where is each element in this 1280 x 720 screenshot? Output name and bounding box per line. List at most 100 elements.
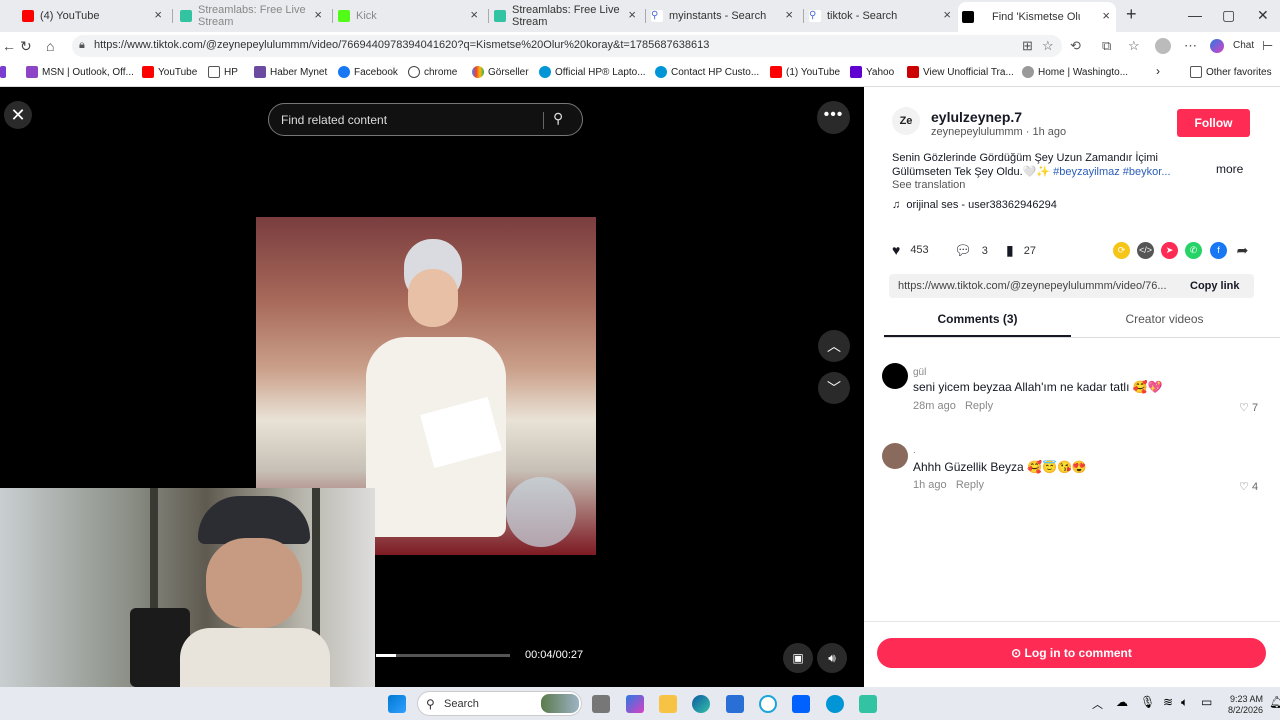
- share-arrow-icon[interactable]: ➦: [1234, 242, 1251, 259]
- home-icon[interactable]: ⌂: [46, 38, 54, 54]
- bookmark-chrome[interactable]: chrome: [408, 66, 457, 78]
- save-stat[interactable]: ▮ 27: [1006, 242, 1036, 259]
- refresh-icon[interactable]: ↻: [20, 38, 32, 55]
- edge-icon[interactable]: [692, 695, 710, 713]
- related-search-box[interactable]: Find related content ⚲: [268, 103, 583, 136]
- comment-username[interactable]: gül: [913, 367, 926, 378]
- bookmark-facebook[interactable]: Facebook: [338, 66, 398, 78]
- tab-streamlabs-2[interactable]: Streamlabs: Free Live Stream ×: [490, 4, 642, 28]
- bookmark-msn[interactable]: MSN | Outlook, Off...: [26, 66, 134, 78]
- whatsapp-icon[interactable]: ✆: [1185, 242, 1202, 259]
- bookmark-gorseller[interactable]: Görseller: [472, 66, 529, 78]
- bookmark-apps[interactable]: [0, 66, 10, 78]
- volume-icon[interactable]: 🔊︎: [817, 643, 847, 673]
- tab-youtube[interactable]: (4) YouTube ×: [18, 4, 168, 28]
- like-stat[interactable]: ♥ 453: [892, 242, 929, 258]
- battery-icon[interactable]: ▭: [1201, 695, 1212, 709]
- search-icon[interactable]: ⚲: [553, 110, 563, 127]
- author-avatar[interactable]: Ze: [892, 107, 920, 135]
- login-to-comment-button[interactable]: ⊙ Log in to comment: [877, 638, 1266, 668]
- tab-creator-videos[interactable]: Creator videos: [1071, 312, 1258, 326]
- bookmark-other-favorites[interactable]: Other favorites: [1190, 66, 1272, 78]
- see-translation-link[interactable]: See translation: [892, 179, 965, 191]
- reply-button[interactable]: Reply: [965, 400, 993, 412]
- repost-icon[interactable]: ⟳: [1113, 242, 1130, 259]
- comment-stat[interactable]: 💬︎ 3: [954, 242, 988, 259]
- split-screen-icon[interactable]: ⧉: [1102, 38, 1111, 54]
- close-tab-icon[interactable]: ×: [470, 7, 478, 22]
- more-menu-icon[interactable]: ⋯: [1184, 38, 1197, 54]
- previous-video-button[interactable]: ︿: [818, 330, 850, 362]
- bookmark-yahoo[interactable]: Yahoo: [850, 66, 894, 78]
- bookmark-hp-folder[interactable]: HP: [208, 66, 238, 78]
- reply-button[interactable]: Reply: [956, 479, 984, 491]
- bookmark-hp-contact[interactable]: Contact HP Custo...: [655, 66, 759, 78]
- profile-avatar[interactable]: [1155, 38, 1171, 54]
- app-icon[interactable]: ⊞: [1022, 38, 1033, 54]
- tab-kick[interactable]: Kick ×: [334, 4, 484, 28]
- comment-like[interactable]: ♡ 7: [1239, 401, 1258, 414]
- bookmark-unofficial-tra[interactable]: View Unofficial Tra...: [907, 66, 1014, 78]
- close-tab-icon[interactable]: ×: [314, 7, 322, 22]
- bookmark-washington[interactable]: Home | Washingto...: [1022, 66, 1128, 78]
- tab-comments[interactable]: Comments (3): [884, 312, 1071, 337]
- bookmark-hp-laptop[interactable]: Official HP® Lapto...: [539, 66, 646, 78]
- tab-myinstants[interactable]: ⚲ myinstants - Search ×: [647, 4, 799, 28]
- new-tab-button[interactable]: +: [1126, 4, 1137, 25]
- close-video-button[interactable]: ✕: [4, 101, 32, 129]
- bookmark-haber-mynet[interactable]: Haber Mynet: [254, 66, 327, 78]
- dropbox-icon[interactable]: [792, 695, 810, 713]
- wifi-icon[interactable]: ≋: [1163, 695, 1173, 709]
- chat-label[interactable]: Chat: [1233, 40, 1254, 51]
- microphone-icon[interactable]: 🎙︎: [1140, 695, 1155, 709]
- favorites-icon[interactable]: ☆: [1128, 38, 1140, 54]
- close-tab-icon[interactable]: ×: [154, 7, 162, 22]
- bookmarks-overflow-icon[interactable]: ›: [1156, 64, 1160, 78]
- favorite-star-icon[interactable]: ☆: [1042, 38, 1054, 54]
- commenter-avatar[interactable]: [882, 443, 908, 469]
- onedrive-icon[interactable]: ☁: [1116, 695, 1128, 709]
- facebook-icon[interactable]: f: [1210, 242, 1227, 259]
- tab-streamlabs-1[interactable]: Streamlabs: Free Live Stream ×: [176, 4, 328, 28]
- more-options-button[interactable]: •••: [817, 101, 850, 134]
- close-tab-icon[interactable]: ×: [785, 7, 793, 22]
- back-icon[interactable]: ←: [2, 38, 16, 54]
- more-link[interactable]: more: [1216, 162, 1243, 176]
- comment-like[interactable]: ♡ 4: [1239, 480, 1258, 493]
- cortana-icon[interactable]: [759, 695, 777, 713]
- copilot-icon[interactable]: [1210, 39, 1224, 53]
- close-tab-icon[interactable]: ×: [1102, 8, 1110, 23]
- speaker-icon[interactable]: 🔈︎: [1181, 695, 1188, 710]
- embed-icon[interactable]: </>: [1137, 242, 1154, 259]
- sidebar-icon[interactable]: ⊢: [1262, 38, 1273, 54]
- url-bar[interactable]: 🔒︎ https://www.tiktok.com/@zeynepeylulum…: [72, 35, 1062, 57]
- streamlabs-icon[interactable]: [859, 695, 877, 713]
- tab-tiktok-search[interactable]: ⚲ tiktok - Search ×: [805, 4, 957, 28]
- taskbar-search[interactable]: ⚲ Search: [417, 691, 582, 716]
- file-explorer-icon[interactable]: [659, 695, 677, 713]
- copilot-icon[interactable]: [626, 695, 644, 713]
- comment-username[interactable]: .: [913, 445, 916, 456]
- task-view-icon[interactable]: [592, 695, 610, 713]
- mini-player-icon[interactable]: ▣: [783, 643, 813, 673]
- copy-link-button[interactable]: Copy link: [1190, 280, 1240, 292]
- hp-icon[interactable]: [826, 695, 844, 713]
- next-video-button[interactable]: ﹀: [818, 372, 850, 404]
- author-name[interactable]: eylulzeynep.7: [931, 109, 1022, 125]
- taskbar-clock[interactable]: 9:23 AM 8/2/2026: [1228, 694, 1263, 716]
- send-icon[interactable]: ➤: [1161, 242, 1178, 259]
- bookmark-youtube[interactable]: YouTube: [142, 66, 197, 78]
- close-window-button[interactable]: ✕: [1257, 7, 1269, 24]
- close-tab-icon[interactable]: ×: [943, 7, 951, 22]
- tab-tiktok-active[interactable]: Find 'Kismetse Olur kor ×: [958, 2, 1116, 32]
- maximize-button[interactable]: ▢: [1222, 7, 1235, 24]
- tray-chevron-icon[interactable]: ︿: [1092, 696, 1103, 712]
- notification-bell-icon[interactable]: 🔔︎: [1269, 695, 1280, 709]
- music-info[interactable]: ♫ orijinal ses - user38362946294: [892, 199, 1057, 211]
- extensions-icon[interactable]: ⟲: [1070, 38, 1081, 54]
- follow-button[interactable]: Follow: [1177, 109, 1250, 137]
- close-tab-icon[interactable]: ×: [628, 7, 636, 22]
- hashtags[interactable]: #beyzayilmaz #beykor...: [1053, 166, 1170, 178]
- share-link-url[interactable]: https://www.tiktok.com/@zeynepeylulummm/…: [898, 280, 1167, 292]
- minimize-button[interactable]: —: [1188, 7, 1202, 23]
